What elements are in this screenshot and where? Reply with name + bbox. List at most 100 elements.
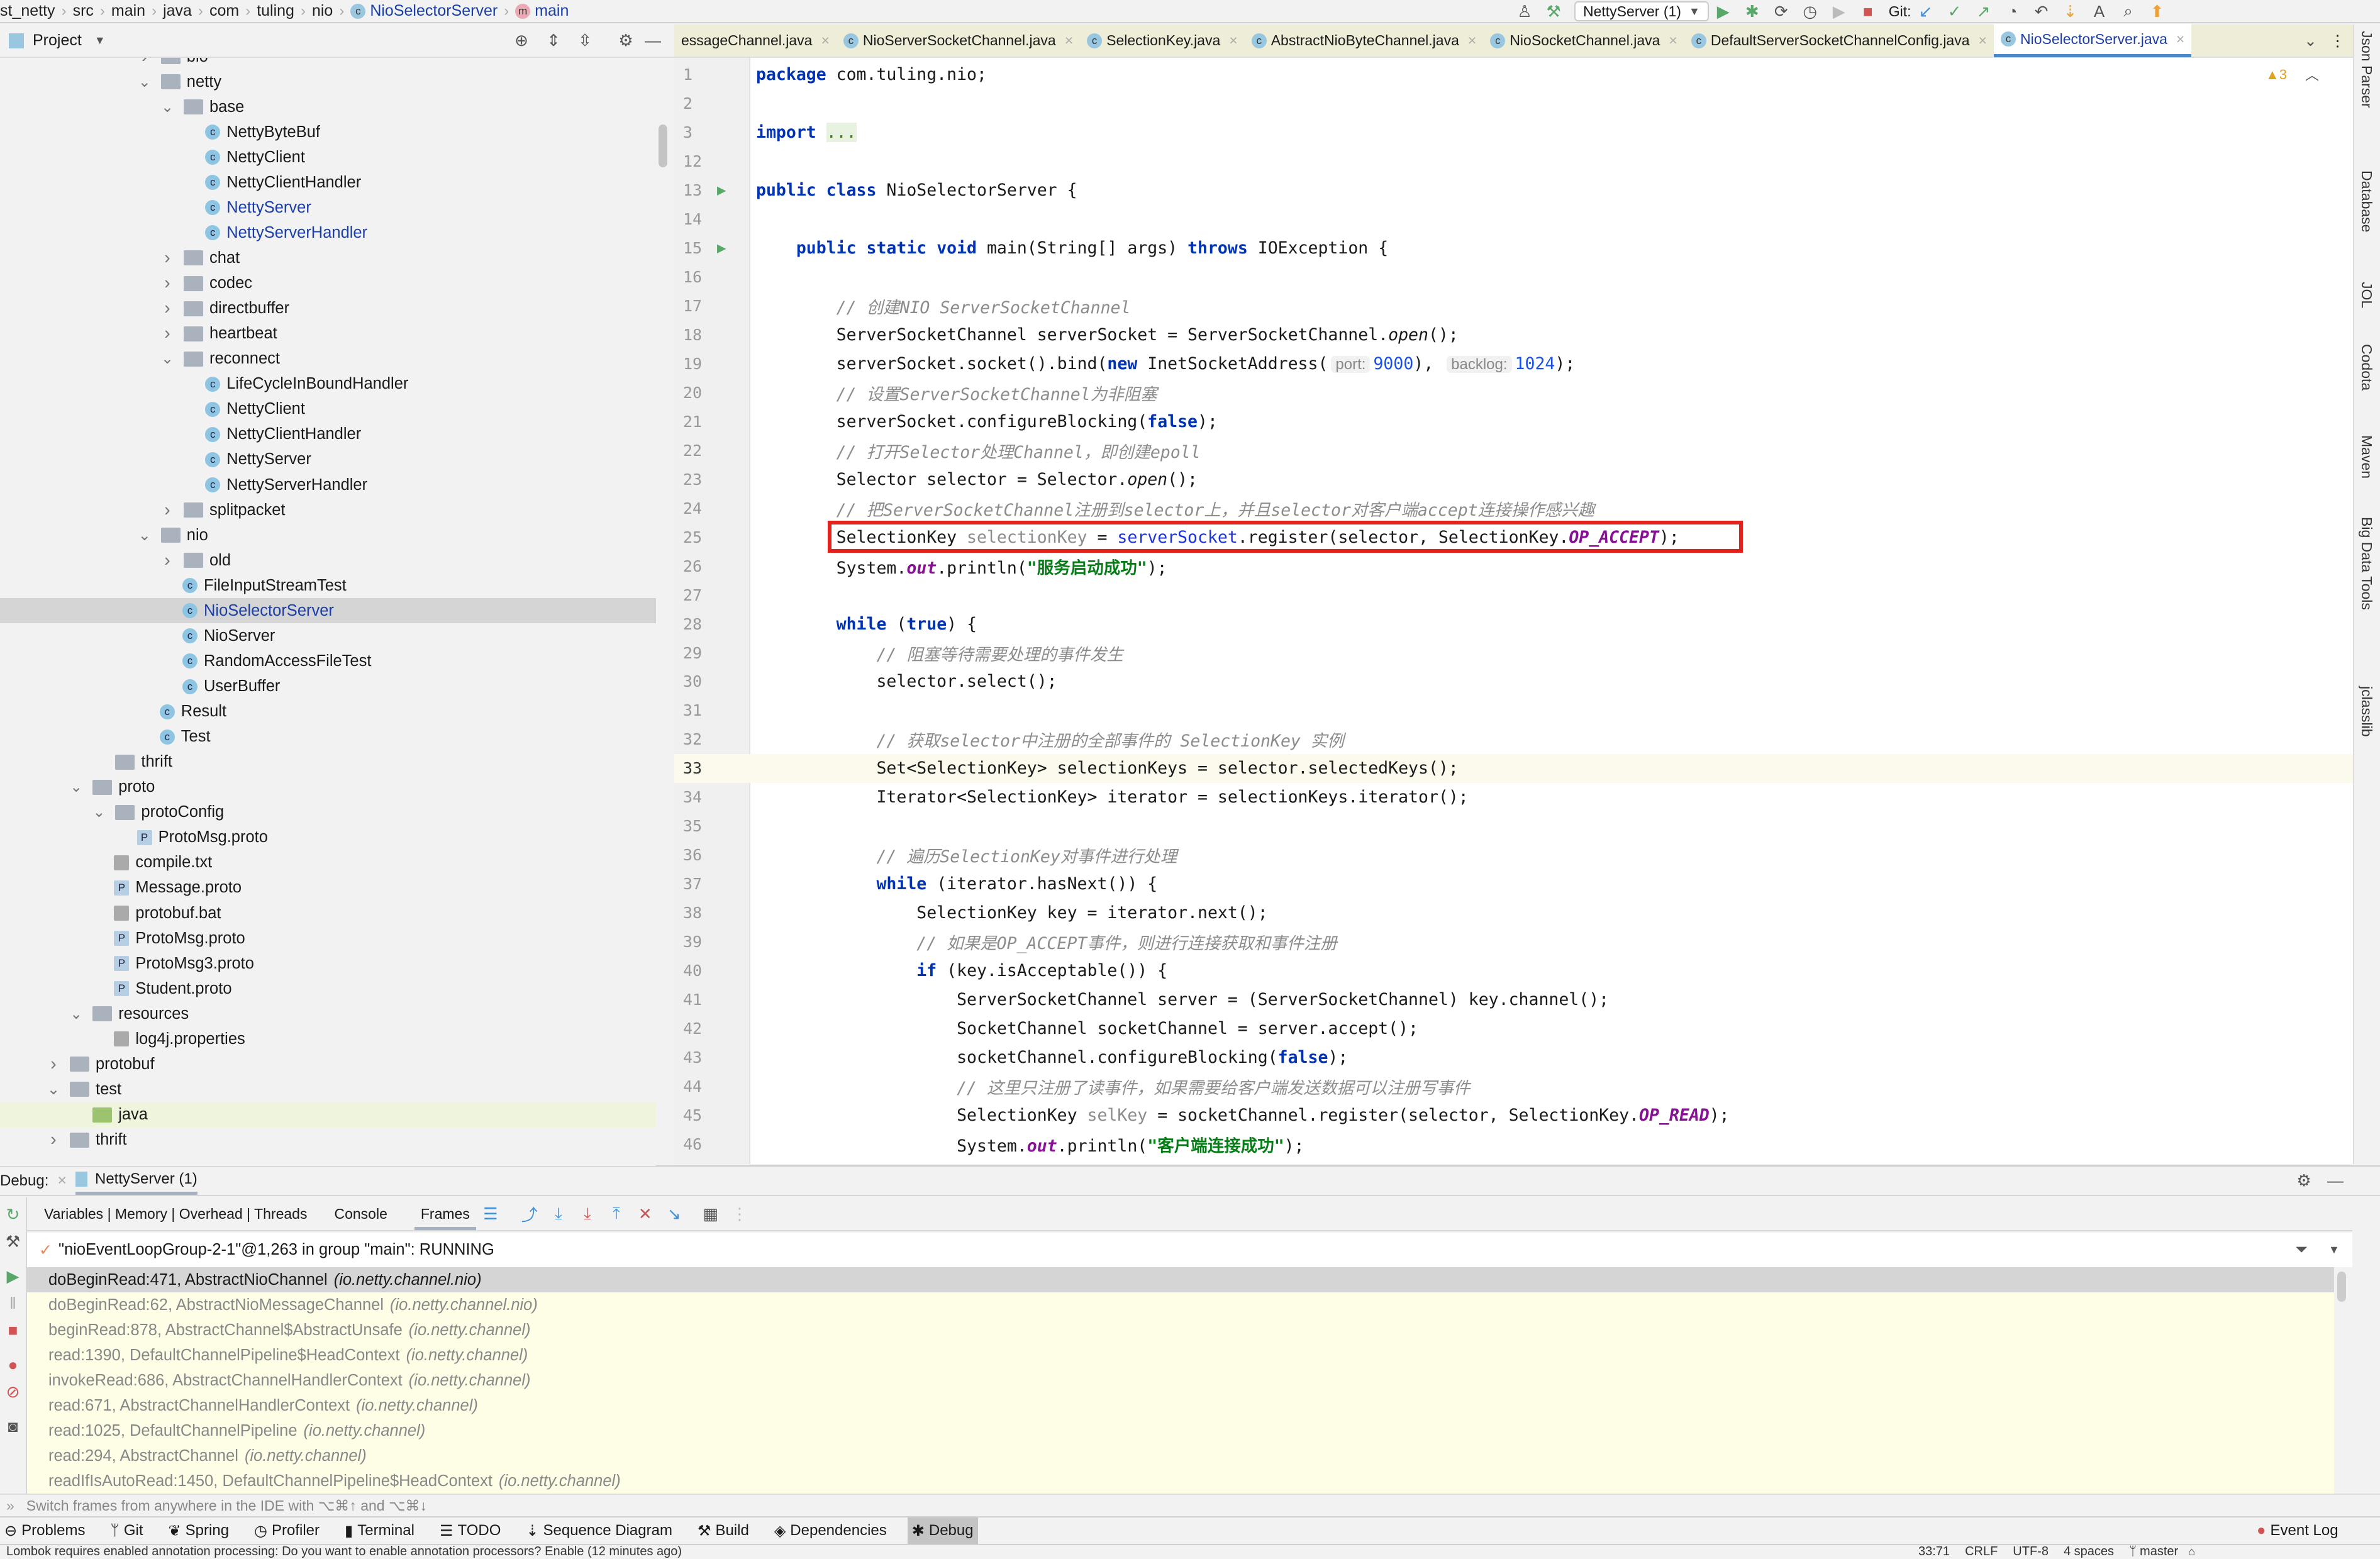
right-tool-json-parser[interactable]: Json Parser	[2358, 31, 2375, 108]
drop-frame-icon[interactable]: ✕	[636, 1204, 655, 1224]
code-line[interactable]: 19 serverSocket.socket().bind(new InetSo…	[674, 349, 2353, 378]
tree-item[interactable]: c NettyServerHandler	[0, 472, 656, 497]
code-line[interactable]: 28 while (true) {	[674, 609, 2353, 638]
force-step-into-icon[interactable]: ⤓	[578, 1204, 597, 1224]
code-line[interactable]: 30 selector.select();	[674, 667, 2353, 696]
rerun-icon[interactable]: ↻	[0, 1205, 26, 1224]
settings-wrench-icon[interactable]: ⚒	[0, 1232, 26, 1251]
search-icon[interactable]: ⌕	[2119, 1, 2138, 21]
project-view-selector[interactable]: Project	[33, 31, 82, 50]
tool-window-dependencies[interactable]: ◈ Dependencies	[770, 1517, 891, 1544]
chevron-down-icon[interactable]: ▼	[2328, 1243, 2340, 1257]
breadcrumb-item[interactable]: nio	[312, 2, 333, 20]
filter-icon[interactable]: ⏷	[2295, 1241, 2308, 1259]
line-separator[interactable]: CRLF	[1965, 1545, 1998, 1559]
tool-window-git[interactable]: ᛘ Git	[106, 1517, 147, 1544]
chevron-down-icon[interactable]: ⌄	[137, 526, 152, 545]
chevron-right-icon[interactable]: ›	[160, 550, 175, 571]
more-icon[interactable]: ⋮	[2330, 31, 2345, 50]
tool-window-terminal[interactable]: ▮ Terminal	[340, 1517, 419, 1544]
editor-tab[interactable]: essageChannel.java ×	[674, 24, 837, 57]
trace-icon[interactable]: ⋮	[730, 1204, 749, 1224]
breadcrumb-item[interactable]: st_netty	[0, 2, 55, 20]
tree-item[interactable]: P Student.proto	[0, 976, 656, 1001]
tool-window-problems[interactable]: ⊖ Problems	[0, 1517, 89, 1544]
coverage-icon[interactable]: ⟳	[1772, 2, 1791, 21]
code-line[interactable]: 34 Iterator<SelectionKey> iterator = sel…	[674, 783, 2353, 812]
tool-window-sequence-diagram[interactable]: ⇣ Sequence Diagram	[521, 1517, 677, 1544]
code-line[interactable]: 37 while (iterator.hasNext()) {	[674, 870, 2353, 899]
code-line[interactable]: 46 System.out.println("客户端连接成功");	[674, 1129, 2353, 1158]
stack-frame[interactable]: read:1025, DefaultChannelPipeline (io.net…	[27, 1418, 2334, 1443]
show-execution-point-icon[interactable]: ⤴	[520, 1202, 539, 1226]
chevron-right-icon[interactable]: ›	[160, 500, 175, 521]
pause-icon[interactable]: ‖	[0, 1294, 26, 1313]
right-tool-codota[interactable]: Codota	[2358, 344, 2375, 391]
stack-frame[interactable]: readIfIsAutoRead:1450, DefaultChannelPip…	[27, 1468, 2334, 1494]
breadcrumb-item[interactable]: main	[535, 2, 569, 20]
tree-item[interactable]: P ProtoMsg.proto	[0, 825, 656, 850]
tab-variables[interactable]: Variables | Memory | Overhead | Threads	[44, 1206, 307, 1223]
translate-icon[interactable]: A	[2090, 2, 2109, 21]
git-update-icon[interactable]: ↙	[1916, 2, 1935, 21]
gear-icon[interactable]: ⚙	[616, 31, 635, 50]
tree-scrollbar[interactable]	[659, 125, 667, 167]
code-line[interactable]: 15 ▶ public static void main(String[] arg…	[674, 233, 2353, 262]
breadcrumb-item[interactable]: main	[111, 2, 145, 20]
indent-setting[interactable]: 4 spaces	[2064, 1545, 2114, 1559]
breadcrumb-item[interactable]: java	[163, 2, 192, 20]
collapse-all-icon[interactable]: ⇳	[576, 31, 594, 50]
tree-item[interactable]: c UserBuffer	[0, 674, 656, 699]
code-line[interactable]: 39 // 如果是OP_ACCEPT事件，则进行连接获取和事件注册	[674, 928, 2353, 957]
layout-icon[interactable]: ☰	[481, 1204, 500, 1224]
tree-item[interactable]: › chat	[0, 245, 656, 270]
close-icon[interactable]: ×	[1979, 32, 1987, 49]
lock-icon[interactable]: ⌂	[2188, 1545, 2195, 1558]
git-push-icon[interactable]: ↗	[1974, 2, 1993, 21]
editor-tab[interactable]: c NioSocketChannel.java ×	[1483, 24, 1684, 57]
tree-item[interactable]: c NettyClientHandler	[0, 422, 656, 447]
chevron-down-icon[interactable]: ⌄	[69, 1005, 84, 1023]
tree-item[interactable]: c NettyClient	[0, 145, 656, 170]
user-icon[interactable]: ♙	[1515, 2, 1534, 21]
run-to-cursor-icon[interactable]: ↘	[665, 1204, 684, 1224]
code-line[interactable]: 32 // 获取selector中注册的全部事件的 SelectionKey 实…	[674, 725, 2353, 754]
code-line[interactable]: 41 ServerSocketChannel server = (ServerS…	[674, 985, 2353, 1014]
code-line[interactable]: 22 // 打开Selector处理Channel，即创建epoll	[674, 436, 2353, 465]
chevron-right-icon[interactable]: ›	[160, 248, 175, 269]
gear-icon[interactable]: ⚙	[2294, 1171, 2313, 1190]
code-line[interactable]: 21 serverSocket.configureBlocking(false)…	[674, 407, 2353, 436]
chevron-right-icon[interactable]: ›	[160, 323, 175, 344]
chevron-down-icon[interactable]: ⌄	[2304, 31, 2317, 50]
code-line[interactable]: 38 SelectionKey key = iterator.next();	[674, 899, 2353, 928]
stop-icon[interactable]: ■	[1859, 2, 1877, 21]
code-line[interactable]: 31	[674, 696, 2353, 725]
tree-item[interactable]: ⌄ protoConfig	[0, 800, 656, 825]
hide-icon[interactable]: —	[2326, 1171, 2345, 1190]
tree-item[interactable]: › codec	[0, 271, 656, 296]
step-out-icon[interactable]: ⤒	[607, 1204, 626, 1224]
resume-icon[interactable]: ▶	[0, 1267, 26, 1286]
chevron-down-icon[interactable]: ⌄	[137, 73, 152, 91]
editor-tab[interactable]: c NioServerSocketChannel.java ×	[837, 24, 1080, 57]
rollback-icon[interactable]: ↶	[2032, 2, 2051, 21]
close-icon[interactable]: ×	[1065, 32, 1073, 49]
breadcrumb-item[interactable]: com	[209, 2, 239, 20]
chevron-right-icon[interactable]: ›	[46, 1129, 61, 1150]
code-line[interactable]: 26 System.out.println("服务启动成功");	[674, 552, 2353, 580]
evaluate-icon[interactable]: ▦	[701, 1204, 720, 1224]
run-icon[interactable]: ▶	[1714, 2, 1733, 21]
debug-icon[interactable]: ✱	[1743, 2, 1762, 21]
right-tool-jol[interactable]: JOL	[2358, 282, 2375, 308]
code-line[interactable]: 42 SocketChannel socketChannel = server.…	[674, 1014, 2353, 1043]
tree-item[interactable]: ⌄ proto	[0, 775, 656, 800]
code-line[interactable]: 18 ServerSocketChannel serverSocket = Se…	[674, 320, 2353, 349]
expand-icon[interactable]: »	[6, 1497, 14, 1514]
tree-item[interactable]: P ProtoMsg3.proto	[0, 951, 656, 976]
run-config-select[interactable]: NettyServer (1) ▼	[1574, 1, 1709, 21]
chevron-down-icon[interactable]: ⌄	[160, 350, 175, 368]
chevron-right-icon[interactable]: ›	[46, 1054, 61, 1075]
chevron-up-icon[interactable]: ︿	[2305, 64, 2319, 84]
tree-item[interactable]: › protobuf	[0, 1051, 656, 1077]
chevron-down-icon[interactable]: ⌄	[46, 1080, 61, 1099]
